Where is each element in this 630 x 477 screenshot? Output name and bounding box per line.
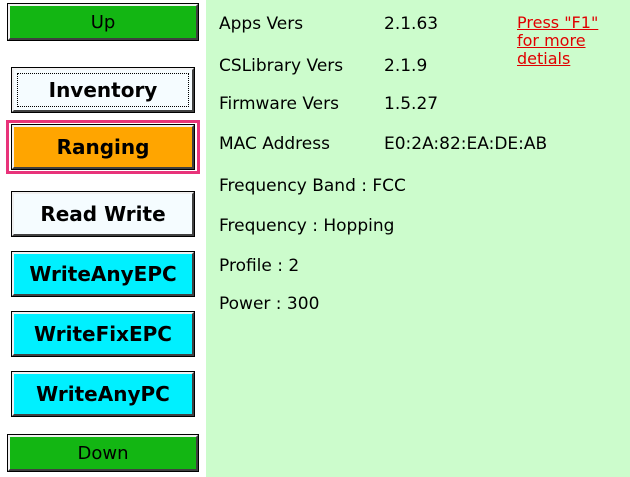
inventory-button[interactable]: Inventory xyxy=(11,67,195,113)
firmware-version-label: Firmware Vers xyxy=(219,94,339,114)
write-fix-epc-button[interactable]: WriteFixEPC xyxy=(11,311,195,357)
help-line-3: detials xyxy=(517,49,571,68)
apps-version-value: 2.1.63 xyxy=(384,14,439,34)
write-any-epc-button[interactable]: WriteAnyEPC xyxy=(11,251,195,297)
up-button[interactable]: Up xyxy=(7,3,199,41)
profile-text: Profile : 2 xyxy=(219,256,300,276)
apps-version-label: Apps Vers xyxy=(219,14,304,34)
power-text: Power : 300 xyxy=(219,294,320,314)
f1-help-link[interactable]: Press "F1" for more detials xyxy=(517,14,627,68)
button-panel: Up Inventory Ranging Read Write WriteAny… xyxy=(0,0,206,477)
cslibrary-version-value: 2.1.9 xyxy=(384,56,428,76)
frequency-text: Frequency : Hopping xyxy=(219,216,395,236)
cslibrary-version-label: CSLibrary Vers xyxy=(219,56,344,76)
help-line-2: for more xyxy=(517,31,586,50)
down-button[interactable]: Down xyxy=(7,434,199,472)
mac-address-label: MAC Address xyxy=(219,134,330,154)
write-any-pc-button[interactable]: WriteAnyPC xyxy=(11,371,195,417)
firmware-version-value: 1.5.27 xyxy=(384,94,439,114)
help-line-1: Press "F1" xyxy=(517,13,599,32)
read-write-button[interactable]: Read Write xyxy=(11,191,195,237)
ranging-button[interactable]: Ranging xyxy=(11,124,195,170)
mac-address-value: E0:2A:82:EA:DE:AB xyxy=(384,134,548,154)
frequency-band-text: Frequency Band : FCC xyxy=(219,176,406,196)
